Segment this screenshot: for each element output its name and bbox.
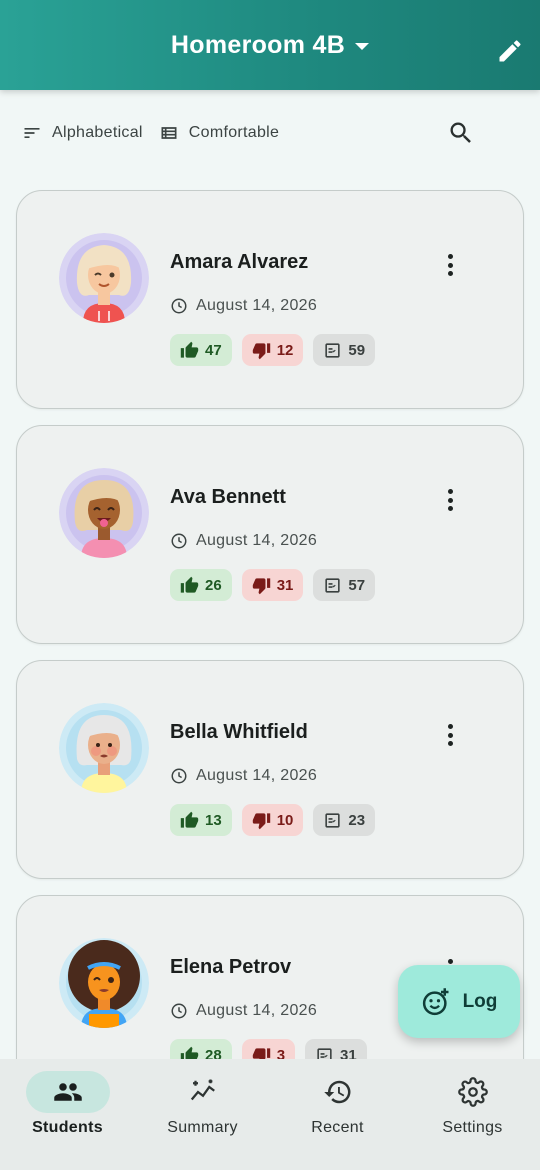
- thumb-down-icon: [252, 577, 270, 594]
- more-vert-icon[interactable]: [439, 251, 461, 279]
- page-title: Homeroom 4B: [170, 30, 346, 59]
- history-icon: [323, 1080, 350, 1104]
- score-chips: 26 31 57: [170, 569, 376, 601]
- date-text: August 14, 2026: [196, 767, 318, 784]
- search-icon[interactable]: [447, 119, 475, 147]
- student-card[interactable]: Bella Whitfield August 14, 2026 13 10 23: [16, 660, 524, 879]
- clock-icon: [171, 1003, 187, 1019]
- positive-count-chip[interactable]: 26: [170, 569, 232, 601]
- positive-count: 26: [205, 576, 222, 594]
- table-rows-icon: [161, 127, 177, 139]
- score-chips: 47 12 59: [170, 334, 376, 366]
- density-button[interactable]: Comfortable: [159, 123, 279, 143]
- app-bar: Homeroom 4B: [0, 0, 540, 90]
- student-name: Bella Whitfield: [170, 721, 308, 743]
- checklist-icon: [325, 577, 340, 593]
- log-fab-button[interactable]: Log: [398, 965, 520, 1038]
- clock-icon: [171, 298, 187, 314]
- last-activity: August 14, 2026: [170, 1002, 317, 1020]
- clock-icon: [171, 533, 187, 549]
- caret-down-icon: [355, 42, 370, 50]
- last-activity: August 14, 2026: [170, 532, 317, 550]
- student-name: Ava Bennett: [170, 486, 286, 508]
- last-activity: August 14, 2026: [170, 297, 317, 315]
- negative-count-chip[interactable]: 31: [241, 569, 304, 601]
- sort-button[interactable]: Alphabetical: [22, 123, 143, 143]
- nav-item-summary[interactable]: Summary: [135, 1059, 270, 1170]
- thumb-down-icon: [252, 812, 270, 829]
- thumb-up-icon: [180, 811, 199, 828]
- nav-label: Students: [32, 1119, 103, 1136]
- date-text: August 14, 2026: [196, 1002, 318, 1019]
- negative-count: 12: [276, 341, 294, 359]
- total-count: 59: [348, 341, 366, 359]
- total-count: 57: [348, 576, 366, 594]
- student-card[interactable]: Ava Bennett August 14, 2026 26 31 57: [16, 425, 524, 644]
- checklist-icon: [325, 812, 340, 828]
- gear-icon: [457, 1077, 488, 1107]
- checklist-icon: [325, 342, 340, 358]
- class-selector[interactable]: Homeroom 4B: [170, 30, 370, 60]
- avatar: [59, 938, 149, 1028]
- thumb-down-icon: [252, 342, 270, 359]
- total-count: 23: [348, 811, 366, 829]
- nav-label: Settings: [442, 1119, 503, 1136]
- sparkle-chart-icon: [190, 1079, 215, 1101]
- nav-item-students[interactable]: Students: [0, 1059, 135, 1170]
- fab-label: Log: [462, 990, 498, 1012]
- edit-pencil-icon[interactable]: [496, 37, 524, 65]
- student-card[interactable]: Amara Alvarez August 14, 2026 47 12 59: [16, 190, 524, 409]
- more-vert-icon[interactable]: [439, 486, 461, 514]
- student-name: Amara Alvarez: [170, 251, 309, 273]
- avatar: [59, 468, 149, 558]
- nav-item-settings[interactable]: Settings: [405, 1059, 540, 1170]
- negative-count: 10: [276, 811, 294, 829]
- score-chips: 13 10 23: [170, 804, 376, 836]
- positive-count-chip[interactable]: 13: [170, 804, 232, 836]
- sort-icon: [24, 128, 40, 138]
- avatar: [59, 703, 149, 793]
- density-label: Comfortable: [188, 124, 280, 141]
- negative-count: 31: [276, 576, 294, 594]
- negative-count-chip[interactable]: 10: [241, 804, 304, 836]
- student-name: Elena Petrov: [170, 956, 292, 978]
- positive-count: 13: [205, 811, 222, 829]
- nav-label: Summary: [167, 1119, 238, 1136]
- positive-count-chip[interactable]: 47: [170, 334, 232, 366]
- add-reaction-icon: [422, 987, 449, 1015]
- thumb-up-icon: [180, 341, 199, 358]
- date-text: August 14, 2026: [196, 297, 318, 314]
- bottom-navigation: Students Summary Recent Settings: [0, 1059, 540, 1170]
- people-icon: [53, 1083, 82, 1101]
- avatar: [59, 233, 149, 323]
- last-activity: August 14, 2026: [170, 767, 317, 785]
- negative-count-chip[interactable]: 12: [241, 334, 304, 366]
- nav-label: Recent: [311, 1119, 364, 1136]
- date-text: August 14, 2026: [196, 532, 318, 549]
- total-count-chip[interactable]: 59: [313, 334, 376, 366]
- total-count-chip[interactable]: 57: [313, 569, 376, 601]
- total-count-chip[interactable]: 23: [313, 804, 376, 836]
- sort-label: Alphabetical: [52, 124, 143, 141]
- nav-item-recent[interactable]: Recent: [270, 1059, 405, 1170]
- thumb-up-icon: [180, 576, 199, 593]
- more-vert-icon[interactable]: [439, 721, 461, 749]
- positive-count: 47: [205, 341, 222, 359]
- clock-icon: [171, 768, 187, 784]
